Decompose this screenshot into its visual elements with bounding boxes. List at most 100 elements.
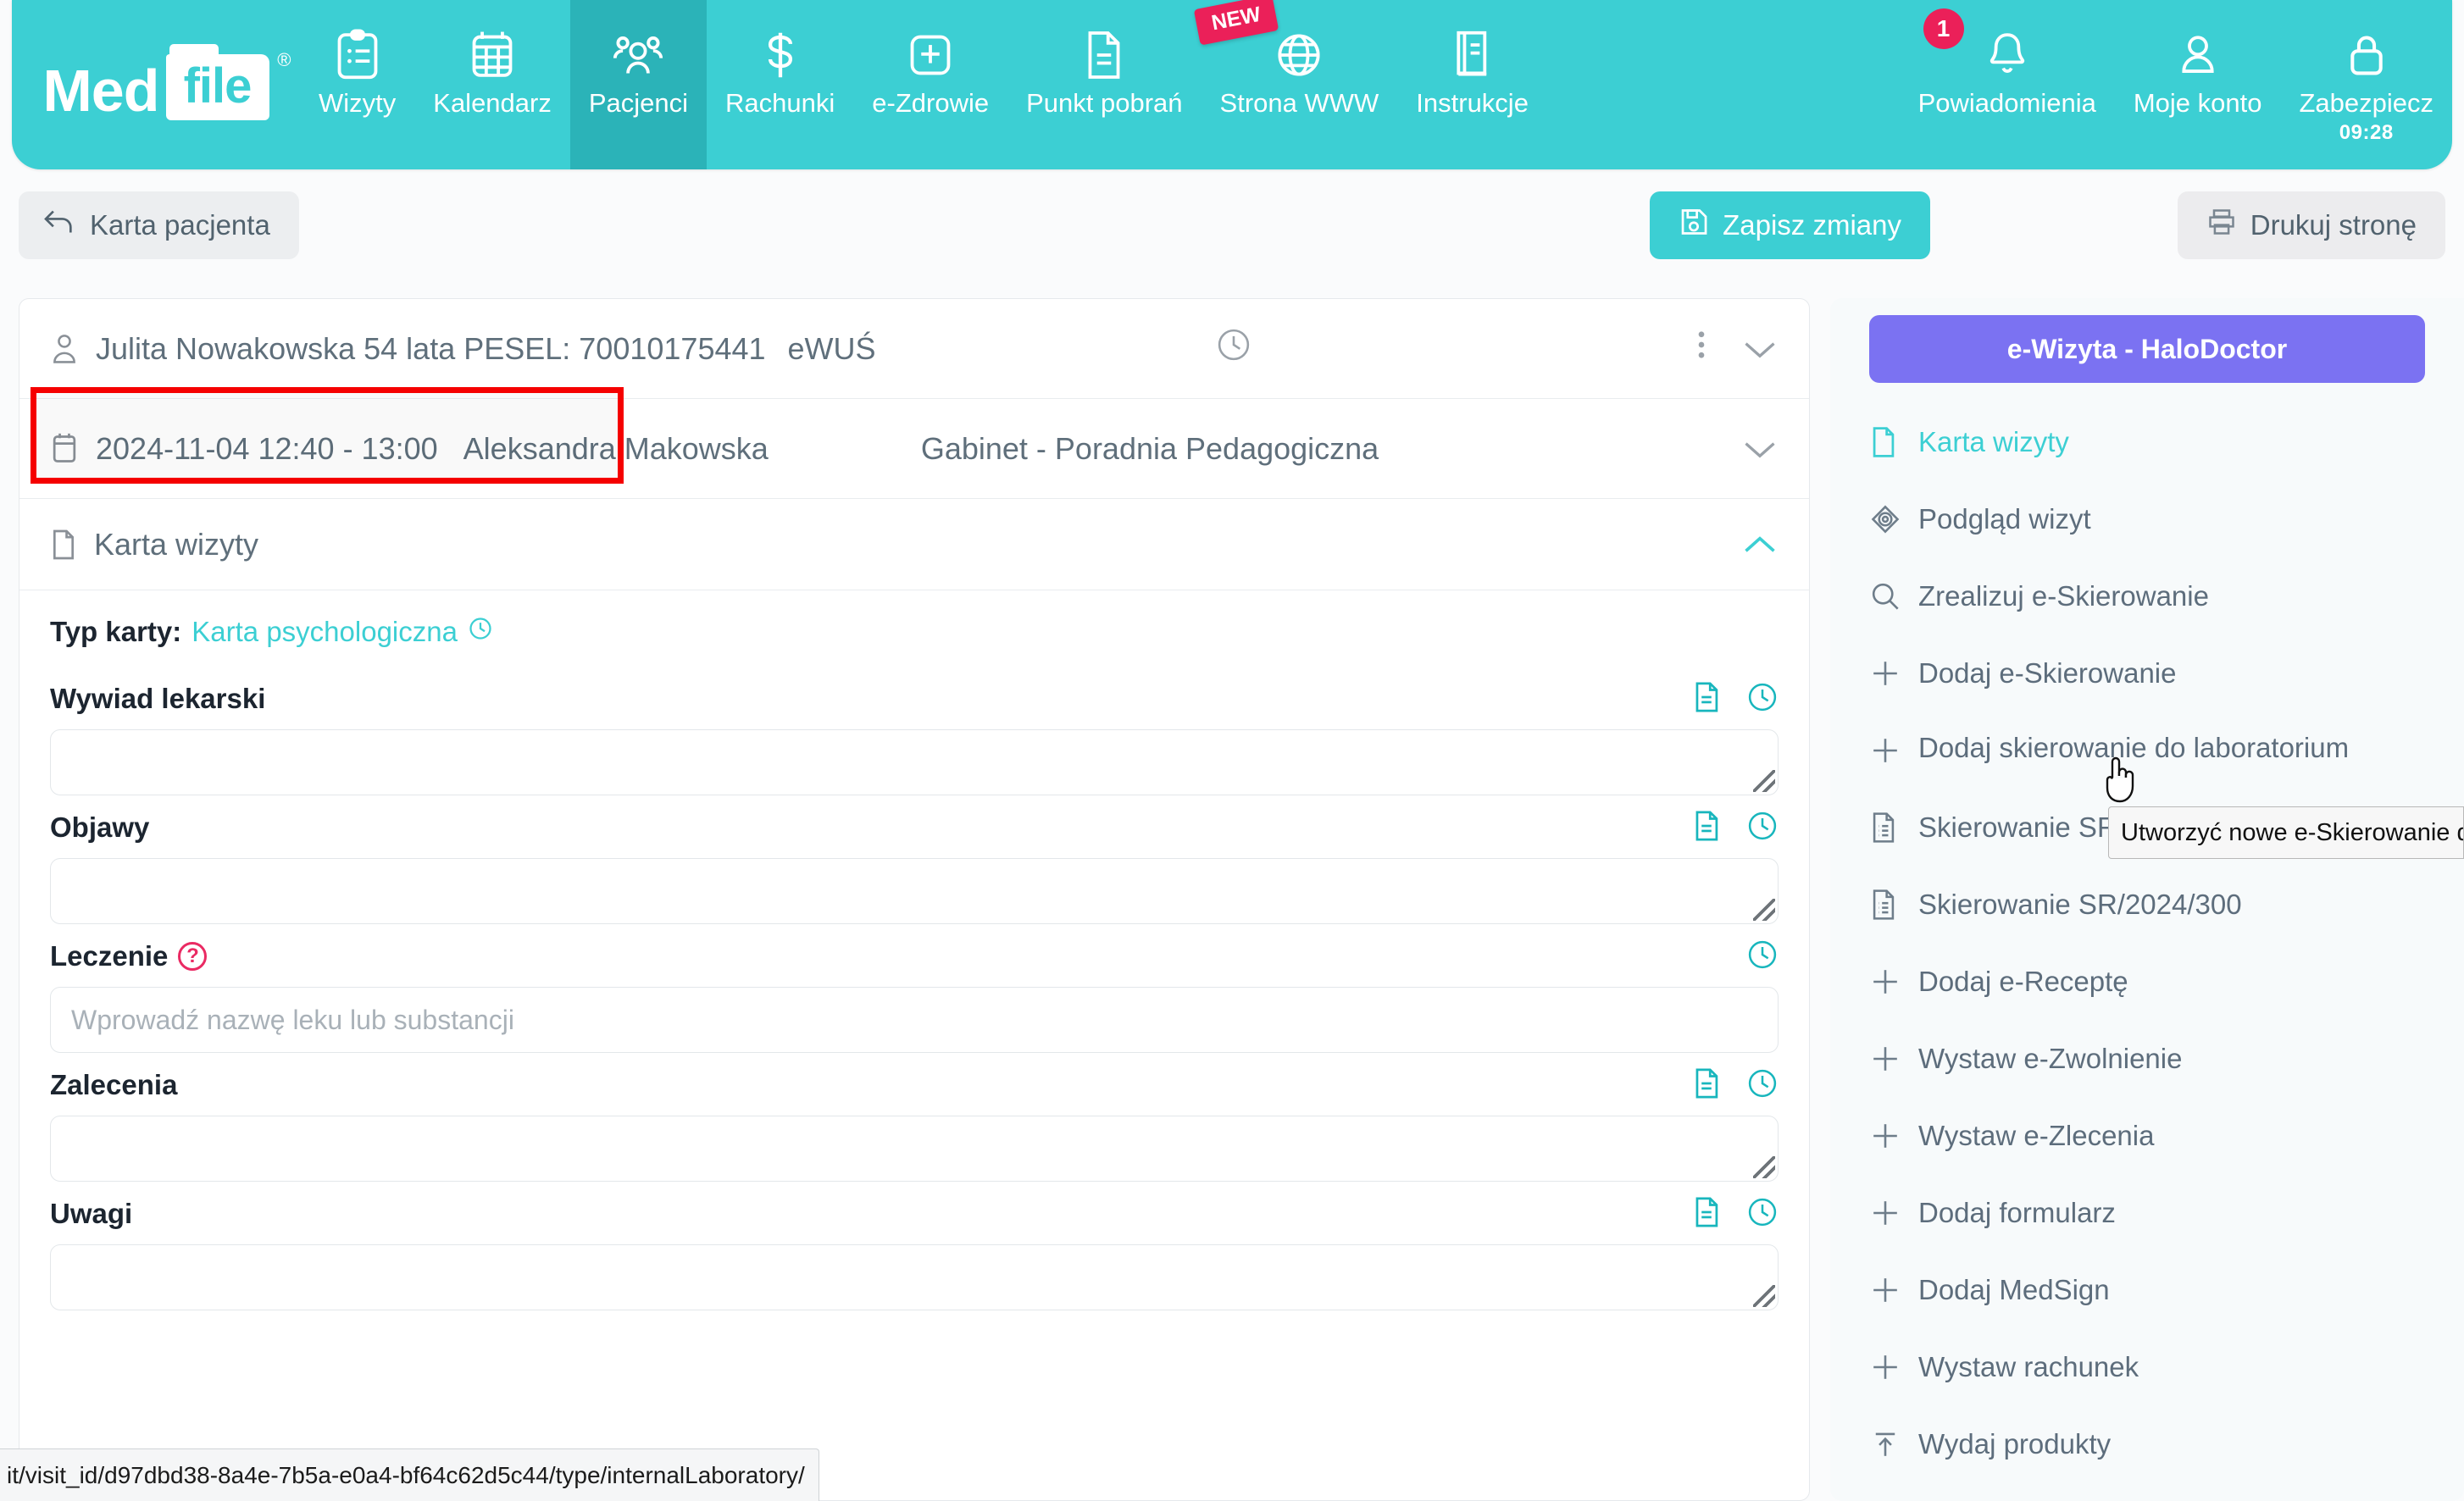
nav-item-punkt-pobran[interactable]: Punkt pobrań (1007, 0, 1201, 169)
nav-label: Moje konto (2133, 88, 2262, 118)
nav-item-wizyty[interactable]: Wizyty (300, 0, 414, 169)
sidebar-item-zrealizuj-e-skierowanie[interactable]: Zrealizuj e-Skierowanie (1830, 557, 2464, 634)
save-button-label: Zapisz zmiany (1723, 209, 1901, 241)
sidebar-item-dodaj-formularz[interactable]: Dodaj formularz (1830, 1174, 2464, 1251)
nav-label: Kalendarz (433, 88, 552, 118)
resize-grip-icon[interactable] (1753, 1156, 1775, 1178)
sidebar-item-dodaj-skierowanie-do-laboratorium[interactable]: Dodaj skierowanie do laboratorium (1830, 712, 2464, 789)
print-button[interactable]: Drukuj stronę (2177, 191, 2445, 259)
visit-expand-chevron-icon[interactable] (1741, 436, 1779, 462)
visit-room-label: Gabinet - Poradnia Pedagogiczna (920, 430, 1379, 466)
sidebar-item-label: Wydaj produkty (1918, 1428, 2112, 1459)
globe-icon (1274, 22, 1324, 88)
nav-item-kalendarz[interactable]: Kalendarz (414, 0, 570, 169)
nav-label: Instrukcje (1416, 88, 1529, 118)
dollar-icon (759, 22, 802, 88)
eye-icon (1869, 480, 1918, 557)
sidebar-item-label: Dodaj formularz (1918, 1197, 2116, 1228)
help-question-icon[interactable]: ? (178, 942, 208, 971)
sidebar-item-dodaj-e-recepte[interactable]: Dodaj e-Receptę (1830, 943, 2464, 1020)
uwagi-textarea[interactable] (50, 1244, 1779, 1310)
sidebar-item-wystaw-e-zwolnienie[interactable]: Wystaw e-Zwolnienie (1830, 1020, 2464, 1097)
upload-icon (1869, 1405, 1918, 1482)
tooltip-text: Utworzyć nowe e-Skierowanie d (2121, 818, 2464, 846)
template-doc-icon[interactable] (1692, 1196, 1721, 1232)
template-doc-icon[interactable] (1692, 810, 1721, 846)
back-to-patient-card-button[interactable]: Karta pacjenta (19, 191, 299, 259)
nav-item-e-zdrowie[interactable]: e-Zdrowie (853, 0, 1007, 169)
resize-grip-icon[interactable] (1753, 899, 1775, 921)
objawy-textarea[interactable] (50, 858, 1779, 924)
history-clock-icon[interactable] (1215, 326, 1252, 371)
visit-info-row[interactable]: 2024-11-04 12:40 - 13:00 Aleksandra Mako… (19, 399, 1809, 499)
section-collapse-chevron-icon[interactable] (1741, 532, 1779, 557)
visit-datetime-label: 2024-11-04 12:40 - 13:00 (96, 430, 438, 466)
wywiad-lekarski-textarea[interactable] (50, 729, 1779, 795)
sidebar-item-label: Wystaw e-Zwolnienie (1918, 1043, 2183, 1074)
sidebar-item-label: Podgląd wizyt (1918, 503, 2091, 534)
document-lines-icon (1869, 866, 1918, 943)
field-history-clock-icon[interactable] (1746, 810, 1779, 846)
card-type-history-clock-icon[interactable] (468, 616, 493, 648)
sidebar-item-wystaw-e-zlecenia[interactable]: Wystaw e-Zlecenia (1830, 1097, 2464, 1174)
card-type-value[interactable]: Karta psychologiczna (191, 616, 458, 648)
sidebar-item-label: Dodaj e-Receptę (1918, 966, 2128, 997)
new-badge: NEW (1193, 0, 1279, 46)
nav-label: Pacjenci (588, 88, 689, 118)
session-timer: 09:28 (2339, 120, 2394, 144)
save-button[interactable]: Zapisz zmiany (1650, 191, 1930, 259)
sidebar-item-label: Karta wizyty (1918, 426, 2069, 457)
resize-grip-icon[interactable] (1753, 1285, 1775, 1307)
patient-more-menu-icon[interactable] (1695, 326, 1707, 371)
field-history-clock-icon[interactable] (1746, 939, 1779, 975)
patient-header-row[interactable]: Julita Nowakowska 54 lata PESEL: 7001017… (19, 299, 1809, 399)
sidebar-item-karta-wizyty[interactable]: Karta wizyty (1830, 403, 2464, 480)
template-doc-icon[interactable] (1692, 1067, 1721, 1104)
nav-item-powiadomienia[interactable]: 1 Powiadomienia (1900, 0, 2115, 169)
patient-expand-chevron-icon[interactable] (1741, 336, 1779, 362)
sidebar-item-skierowanie-300[interactable]: Skierowanie SR/2024/300 (1830, 866, 2464, 943)
mouse-cursor-pointer-icon (2097, 752, 2141, 811)
hover-tooltip: Utworzyć nowe e-Skierowanie d (2108, 806, 2464, 859)
sidebar-item-dodaj-e-skierowanie[interactable]: Dodaj e-Skierowanie (1830, 634, 2464, 712)
nav-item-pacjenci[interactable]: Pacjenci (569, 0, 708, 169)
file-icon (1869, 403, 1918, 480)
nav-item-instrukcje[interactable]: Instrukcje (1397, 0, 1547, 169)
leczenie-input[interactable] (50, 987, 1779, 1053)
field-label: Zalecenia (50, 1069, 178, 1100)
template-doc-icon[interactable] (1692, 681, 1721, 717)
file-icon (50, 528, 77, 562)
nav-item-zabezpiecz[interactable]: Zabezpiecz 09:28 (2280, 0, 2452, 169)
visit-card-section-header[interactable]: Karta wizyty (19, 499, 1809, 590)
bell-icon (1984, 22, 2030, 88)
resize-grip-icon[interactable] (1753, 770, 1775, 792)
sidebar-item-wystaw-rachunek[interactable]: Wystaw rachunek (1830, 1328, 2464, 1405)
top-navbar: Med file ® Wizyty Kalendarz Pacjenci Rac… (12, 0, 2452, 169)
nav-label: Strona WWW (1219, 88, 1379, 118)
sidebar-item-dodaj-medsign[interactable]: Dodaj MedSign (1830, 1251, 2464, 1328)
notification-count-badge: 1 (1923, 8, 1964, 49)
field-wywiad-lekarski: Wywiad lekarski (50, 675, 1779, 795)
nav-item-rachunki[interactable]: Rachunki (707, 0, 853, 169)
nav-label: Wizyty (319, 88, 397, 118)
status-bar-url: it/visit_id/d97dbd38-8a4e-7b5a-e0a4-bf64… (7, 1461, 805, 1488)
sidebar-item-wydaj-produkty[interactable]: Wydaj produkty (1830, 1405, 2464, 1482)
zalecenia-textarea[interactable] (50, 1116, 1779, 1182)
book-icon (1450, 22, 1496, 88)
sidebar-item-podglad-wizyt[interactable]: Podgląd wizyt (1830, 480, 2464, 557)
ewizyta-halodoctor-button[interactable]: e-Wizyta - HaloDoctor (1869, 315, 2425, 383)
field-leczenie: Leczenie ? (50, 933, 1779, 1053)
registered-mark: ® (277, 49, 291, 70)
brand-logo[interactable]: Med file ® (12, 0, 300, 169)
field-uwagi: Uwagi (50, 1190, 1779, 1310)
nav-label: e-Zdrowie (872, 88, 990, 118)
sidebar-item-label: Skierowanie SR/2024/300 (1918, 889, 2242, 920)
nav-item-strona-www[interactable]: NEW Strona WWW (1193, 0, 1398, 169)
browser-status-bar: it/visit_id/d97dbd38-8a4e-7b5a-e0a4-bf64… (0, 1448, 819, 1501)
patient-avatar-icon (50, 332, 79, 366)
field-history-clock-icon[interactable] (1746, 1067, 1779, 1104)
medical-export-icon (906, 22, 955, 88)
field-history-clock-icon[interactable] (1746, 1196, 1779, 1232)
nav-item-moje-konto[interactable]: Moje konto (2115, 0, 2281, 169)
field-history-clock-icon[interactable] (1746, 681, 1779, 717)
